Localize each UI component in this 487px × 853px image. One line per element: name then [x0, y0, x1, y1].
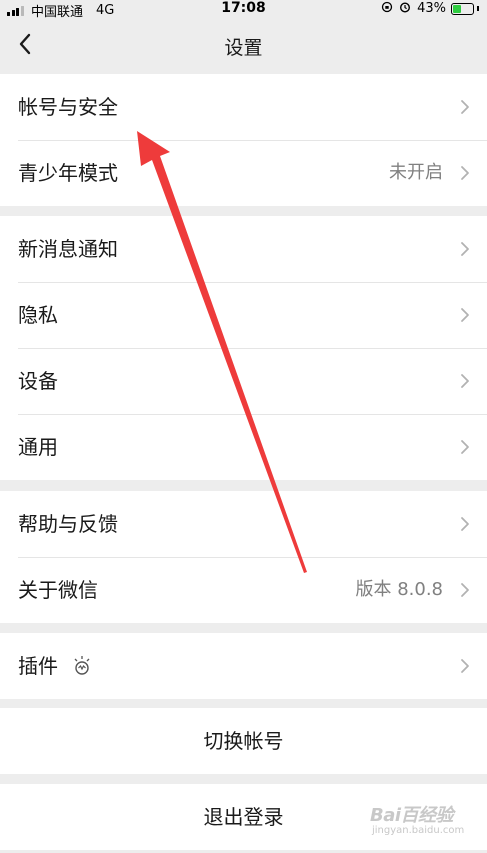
settings-item-about[interactable]: 关于微信 版本 8.0.8: [0, 557, 487, 623]
settings-item-devices[interactable]: 设备: [0, 348, 487, 414]
settings-item-label: 关于微信: [18, 578, 98, 602]
chevron-right-icon: [461, 166, 469, 180]
settings-item-label: 帐号与安全: [18, 95, 118, 119]
chevron-right-icon: [461, 308, 469, 322]
chevron-right-icon: [461, 583, 469, 597]
settings-item-label: 设备: [18, 369, 58, 393]
watermark: Bai百经验 jingyan.baidu.com: [370, 801, 480, 841]
settings-item-teen-mode[interactable]: 青少年模式 未开启: [0, 140, 487, 206]
chevron-right-icon: [461, 517, 469, 531]
help-about-group: 帮助与反馈 关于微信 版本 8.0.8: [0, 491, 487, 623]
teen-mode-status: 未开启: [389, 162, 443, 183]
nav-bar: 设置: [0, 18, 487, 74]
battery-icon: [451, 2, 474, 15]
settings-item-notifications[interactable]: 新消息通知: [0, 216, 487, 282]
battery-percent: 43%: [417, 1, 446, 16]
app-version: 版本 8.0.8: [355, 579, 443, 600]
settings-item-label: 青少年模式: [18, 161, 118, 185]
settings-item-label: 插件: [18, 654, 58, 678]
plugin-lightbulb-icon: [74, 656, 90, 675]
plugins-group: 插件: [0, 633, 487, 699]
settings-item-label: 隐私: [18, 303, 58, 327]
settings-item-privacy[interactable]: 隐私: [0, 282, 487, 348]
settings-item-account-security[interactable]: 帐号与安全: [0, 74, 487, 140]
orientation-lock-icon: [381, 1, 393, 16]
settings-item-general[interactable]: 通用: [0, 414, 487, 480]
settings-item-plugins[interactable]: 插件: [0, 633, 487, 699]
chevron-right-icon: [461, 100, 469, 114]
settings-item-label: 帮助与反馈: [18, 512, 118, 536]
settings-item-label: 新消息通知: [18, 237, 118, 261]
chevron-right-icon: [461, 659, 469, 673]
chevron-right-icon: [461, 242, 469, 256]
page-title: 设置: [224, 37, 263, 59]
chevron-right-icon: [461, 374, 469, 388]
switch-account-button[interactable]: 切换帐号: [0, 708, 487, 774]
settings-item-help-feedback[interactable]: 帮助与反馈: [0, 491, 487, 557]
alarm-icon: [399, 1, 411, 16]
watermark-logo: Bai百经验: [370, 805, 454, 826]
settings-item-label: 通用: [18, 435, 58, 459]
watermark-url: jingyan.baidu.com: [372, 825, 465, 836]
status-bar: 中国联通 4G 17:08 43%: [0, 0, 487, 20]
account-settings-group: 帐号与安全 青少年模式 未开启: [0, 74, 487, 206]
chevron-right-icon: [461, 440, 469, 454]
battery-cap: [477, 6, 479, 11]
general-settings-group: 新消息通知 隐私 设备 通用: [0, 216, 487, 480]
status-right: 43%: [381, 1, 479, 16]
